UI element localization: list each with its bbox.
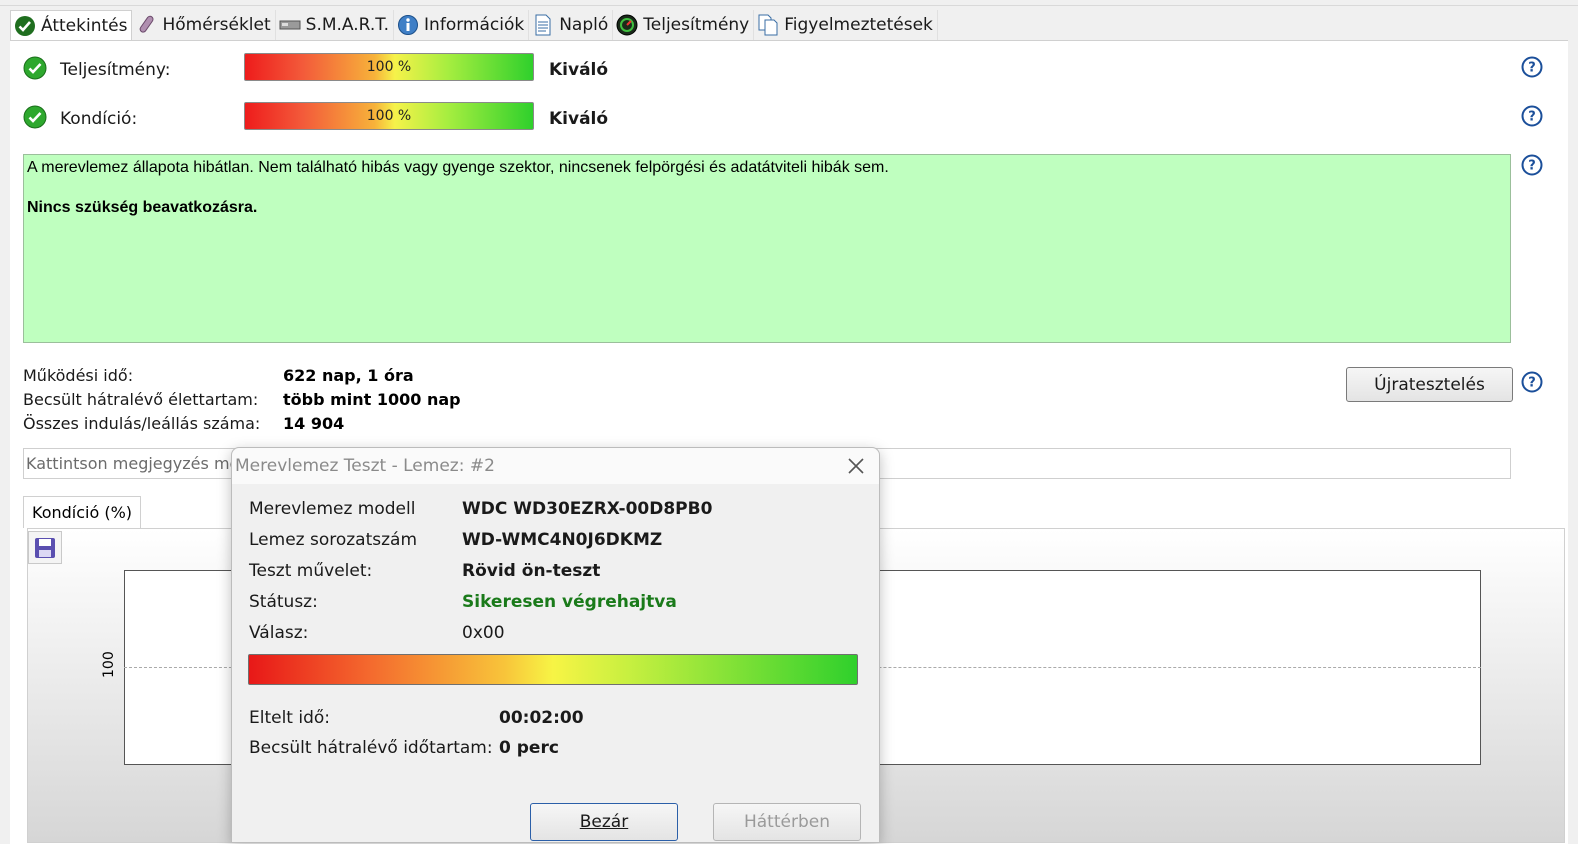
- summary-recommendation: Nincs szükség beavatkozásra.: [27, 199, 258, 216]
- status-label: Státusz:: [249, 592, 318, 612]
- operation-label: Teszt művelet:: [249, 561, 373, 581]
- top-divider: [0, 5, 1578, 6]
- ok-check-icon: [23, 56, 47, 80]
- background-button[interactable]: Háttérben: [713, 803, 861, 841]
- condition-bar-text: 100 %: [366, 108, 412, 124]
- retest-button[interactable]: Újratesztelés: [1346, 367, 1513, 402]
- serial-label: Lemez sorozatszám: [249, 530, 418, 550]
- response-label: Válasz:: [249, 623, 309, 643]
- summary-text: A merevlemez állapota hibátlan. Nem talá…: [27, 159, 889, 176]
- elapsed-label: Eltelt idő:: [249, 708, 331, 728]
- tab-temperature[interactable]: Hőmérséklet: [132, 10, 276, 40]
- close-icon[interactable]: [844, 454, 868, 478]
- dialog-title: Merevlemez Teszt - Lemez: #2: [235, 456, 495, 476]
- performance-rating: Kiváló: [549, 60, 609, 80]
- help-icon[interactable]: ?: [1521, 105, 1543, 127]
- operation-value: Rövid ön-teszt: [462, 561, 601, 581]
- tab-log[interactable]: Napló: [529, 10, 614, 40]
- tab-information[interactable]: Információk: [394, 10, 530, 40]
- remaining-label: Becsült hátralévő időtartam:: [249, 738, 493, 758]
- svg-text:?: ?: [1528, 159, 1536, 174]
- svg-text:?: ?: [1528, 61, 1536, 76]
- response-value: 0x00: [462, 623, 505, 643]
- model-value: WDC WD30EZRX-00D8PB0: [462, 499, 713, 519]
- svg-text:?: ?: [1528, 110, 1536, 125]
- condition-label: Kondíció:: [60, 109, 138, 129]
- condition-bar: 100 %: [244, 102, 534, 130]
- stat-value: több mint 1000 nap: [283, 390, 461, 409]
- tab-overview[interactable]: Áttekintés: [10, 10, 133, 41]
- tab-smart[interactable]: S.M.A.R.T.: [275, 10, 395, 40]
- speedometer-icon: [616, 14, 638, 36]
- check-circle-icon: [15, 16, 35, 36]
- copy-document-icon: [758, 14, 778, 36]
- floppy-disk-icon: [35, 537, 55, 558]
- chart-tab-condition[interactable]: Kondíció (%): [23, 496, 141, 528]
- tab-label: Információk: [424, 15, 525, 35]
- status-summary-box: A merevlemez állapota hibátlan. Nem talá…: [23, 154, 1511, 343]
- tab-label: Áttekintés: [41, 16, 128, 36]
- tab-label: Teljesítmény: [643, 15, 750, 35]
- tab-strip: Áttekintés Hőmérséklet S.M.A.R.T. Inform…: [10, 10, 938, 41]
- stat-value: 14 904: [283, 414, 345, 433]
- help-icon[interactable]: ?: [1521, 371, 1543, 393]
- condition-rating: Kiváló: [549, 109, 609, 129]
- y-tick-label: 100: [101, 651, 117, 678]
- ok-check-icon: [23, 105, 47, 129]
- tab-alerts[interactable]: Figyelmeztetések: [754, 10, 938, 40]
- stat-label: Működési idő:: [23, 366, 134, 385]
- tab-label: Hőmérséklet: [162, 15, 271, 35]
- stat-label: Becsült hátralévő élettartam:: [23, 390, 259, 409]
- performance-bar: 100 %: [244, 53, 534, 81]
- close-button[interactable]: Bezár: [530, 803, 678, 841]
- model-label: Merevlemez modell: [249, 499, 416, 519]
- performance-bar-text: 100 %: [366, 59, 412, 75]
- stat-label: Összes indulás/leállás száma:: [23, 414, 261, 433]
- help-icon[interactable]: ?: [1521, 154, 1543, 176]
- stat-value: 622 nap, 1 óra: [283, 366, 414, 385]
- test-progress-bar: [248, 654, 858, 685]
- serial-value: WD-WMC4N0J6DKMZ: [462, 530, 663, 550]
- thermometer-icon: [140, 15, 154, 33]
- info-icon: [398, 15, 419, 35]
- tab-label: Napló: [559, 15, 609, 35]
- performance-label: Teljesítmény:: [60, 60, 171, 80]
- elapsed-value: 00:02:00: [499, 708, 584, 728]
- remaining-value: 0 perc: [499, 738, 559, 758]
- save-chart-button[interactable]: [28, 531, 62, 564]
- disk-test-dialog: Merevlemez Teszt - Lemez: #2 Merevlemez …: [231, 447, 880, 843]
- status-value: Sikeresen végrehajtva: [462, 592, 677, 612]
- tab-label: S.M.A.R.T.: [305, 15, 390, 35]
- drive-icon: [279, 20, 301, 30]
- document-icon: [535, 14, 551, 36]
- help-icon[interactable]: ?: [1521, 56, 1543, 78]
- svg-text:?: ?: [1528, 376, 1536, 391]
- tab-label: Figyelmeztetések: [784, 15, 933, 35]
- tab-performance[interactable]: Teljesítmény: [613, 10, 755, 40]
